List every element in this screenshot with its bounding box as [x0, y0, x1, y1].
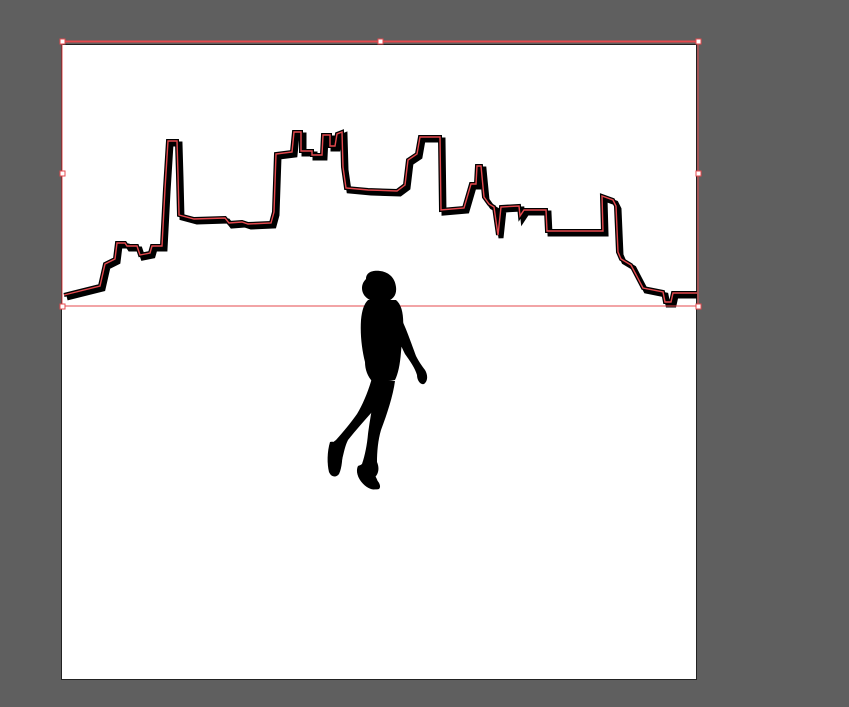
handle-middle-left[interactable] [59, 170, 66, 177]
handle-bottom-right[interactable] [695, 303, 702, 310]
handle-middle-right[interactable] [695, 170, 702, 177]
handle-top-center[interactable] [377, 38, 384, 45]
silhouette-foot-back [327, 441, 343, 477]
resize-handles[interactable] [59, 38, 702, 310]
artwork-layer [59, 38, 702, 490]
selection-bounding-box[interactable] [59, 38, 702, 310]
handle-bottom-left[interactable] [59, 303, 66, 310]
handle-top-left[interactable] [59, 38, 66, 45]
canvas-workspace[interactable] [0, 0, 849, 707]
person-silhouette[interactable] [327, 270, 428, 490]
handle-top-right[interactable] [695, 38, 702, 45]
silhouette-torso [360, 300, 404, 383]
silhouette-head [362, 270, 397, 303]
